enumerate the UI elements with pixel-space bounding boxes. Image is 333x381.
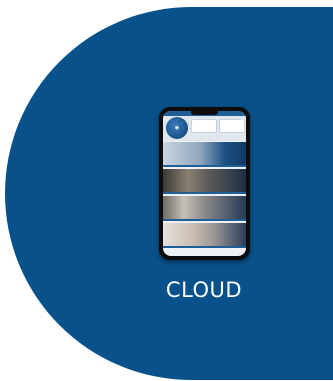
phone-screen: ◉ ≡ bbox=[163, 111, 246, 256]
list-item-accent bbox=[163, 219, 246, 221]
cloud-network-photo bbox=[163, 142, 246, 167]
app-header: ◉ ≡ bbox=[163, 111, 246, 141]
list-item bbox=[163, 196, 246, 221]
list-item-accent bbox=[163, 246, 246, 248]
hand-device-photo bbox=[163, 223, 246, 248]
app-header-tab bbox=[191, 119, 217, 133]
office-people-photo bbox=[163, 169, 246, 194]
tile-caption[interactable]: CLOUD bbox=[152, 276, 256, 304]
app-content-list bbox=[163, 142, 246, 250]
globe-logo-icon: ◉ bbox=[166, 117, 188, 139]
phone-notch bbox=[191, 111, 218, 115]
list-item bbox=[163, 169, 246, 194]
meeting-photo bbox=[163, 196, 246, 221]
list-item-accent bbox=[163, 165, 246, 167]
list-item-accent bbox=[163, 192, 246, 194]
smartphone-mockup: ◉ ≡ bbox=[159, 107, 250, 260]
list-item bbox=[163, 223, 246, 248]
list-item bbox=[163, 142, 246, 167]
cloud-tile[interactable]: ◉ ≡ CLOUD bbox=[0, 0, 333, 381]
menu-icon: ≡ bbox=[240, 117, 244, 122]
